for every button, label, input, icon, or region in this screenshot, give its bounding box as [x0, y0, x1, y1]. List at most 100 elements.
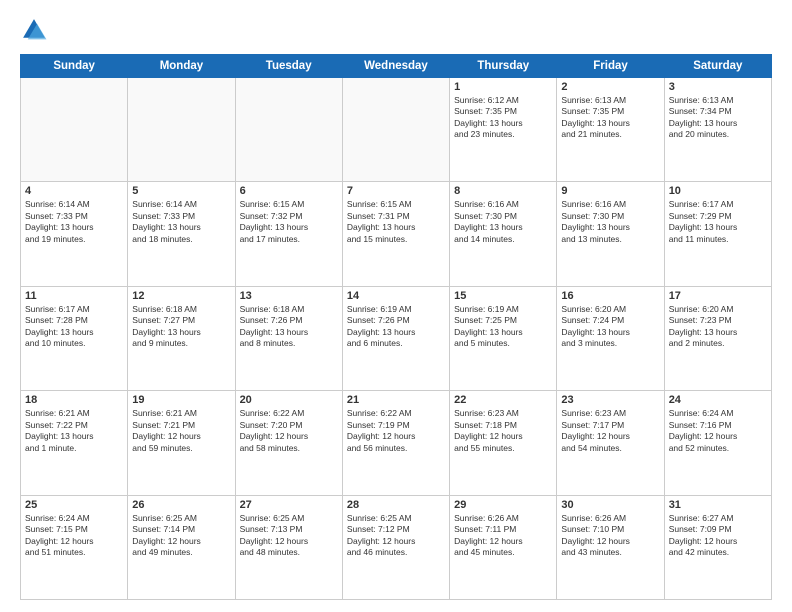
day-info: Sunrise: 6:27 AM Sunset: 7:09 PM Dayligh…: [669, 513, 767, 559]
day-info: Sunrise: 6:23 AM Sunset: 7:17 PM Dayligh…: [561, 408, 659, 454]
calendar-day-cell: 3 Sunrise: 6:13 AM Sunset: 7:34 PM Daylig…: [664, 78, 771, 182]
calendar-day-header: Friday: [557, 55, 664, 78]
day-info: Sunrise: 6:24 AM Sunset: 7:16 PM Dayligh…: [669, 408, 767, 454]
day-number: 4: [25, 185, 123, 197]
calendar-day-header: Monday: [128, 55, 235, 78]
day-number: 15: [454, 290, 552, 302]
day-info: Sunrise: 6:13 AM Sunset: 7:34 PM Dayligh…: [669, 95, 767, 141]
day-number: 2: [561, 81, 659, 93]
day-number: 5: [132, 185, 230, 197]
logo-icon: [20, 16, 48, 44]
calendar-day-cell: 1 Sunrise: 6:12 AM Sunset: 7:35 PM Daylig…: [450, 78, 557, 182]
calendar-day-cell: 13Sunrise: 6:18 AM Sunset: 7:26 PM Dayli…: [235, 286, 342, 390]
day-number: 16: [561, 290, 659, 302]
day-info: Sunrise: 6:16 AM Sunset: 7:30 PM Dayligh…: [454, 199, 552, 245]
calendar-day-cell: 6 Sunrise: 6:15 AM Sunset: 7:32 PM Daylig…: [235, 182, 342, 286]
day-number: 10: [669, 185, 767, 197]
calendar-day-cell: 24 Sunrise: 6:24 AM Sunset: 7:16 PM Dayli…: [664, 391, 771, 495]
day-info: Sunrise: 6:18 AM Sunset: 7:26 PM Dayligh…: [240, 304, 338, 350]
day-number: 14: [347, 290, 445, 302]
day-info: Sunrise: 6:22 AM Sunset: 7:19 PM Dayligh…: [347, 408, 445, 454]
calendar-week-row: 1 Sunrise: 6:12 AM Sunset: 7:35 PM Daylig…: [21, 78, 772, 182]
day-number: 26: [132, 499, 230, 511]
day-info: Sunrise: 6:19 AM Sunset: 7:25 PM Dayligh…: [454, 304, 552, 350]
day-info: Sunrise: 6:14 AM Sunset: 7:33 PM Dayligh…: [25, 199, 123, 245]
calendar-day-cell: 8 Sunrise: 6:16 AM Sunset: 7:30 PM Daylig…: [450, 182, 557, 286]
day-number: 23: [561, 394, 659, 406]
day-number: 6: [240, 185, 338, 197]
header: [20, 16, 772, 44]
calendar-week-row: 25 Sunrise: 6:24 AM Sunset: 7:15 PM Dayli…: [21, 495, 772, 599]
day-info: Sunrise: 6:25 AM Sunset: 7:13 PM Dayligh…: [240, 513, 338, 559]
calendar-day-cell: 15 Sunrise: 6:19 AM Sunset: 7:25 PM Dayli…: [450, 286, 557, 390]
day-number: 8: [454, 185, 552, 197]
day-number: 17: [669, 290, 767, 302]
day-info: Sunrise: 6:17 AM Sunset: 7:29 PM Dayligh…: [669, 199, 767, 245]
calendar-day-cell: 16 Sunrise: 6:20 AM Sunset: 7:24 PM Dayli…: [557, 286, 664, 390]
day-number: 28: [347, 499, 445, 511]
day-info: Sunrise: 6:24 AM Sunset: 7:15 PM Dayligh…: [25, 513, 123, 559]
calendar-day-cell: [21, 78, 128, 182]
calendar-day-cell: [128, 78, 235, 182]
calendar-header-row: SundayMondayTuesdayWednesdayThursdayFrid…: [21, 55, 772, 78]
day-number: 24: [669, 394, 767, 406]
day-info: Sunrise: 6:15 AM Sunset: 7:31 PM Dayligh…: [347, 199, 445, 245]
day-number: 11: [25, 290, 123, 302]
calendar-day-cell: 31Sunrise: 6:27 AM Sunset: 7:09 PM Dayli…: [664, 495, 771, 599]
day-info: Sunrise: 6:23 AM Sunset: 7:18 PM Dayligh…: [454, 408, 552, 454]
day-info: Sunrise: 6:15 AM Sunset: 7:32 PM Dayligh…: [240, 199, 338, 245]
day-number: 3: [669, 81, 767, 93]
calendar-day-cell: 2 Sunrise: 6:13 AM Sunset: 7:35 PM Daylig…: [557, 78, 664, 182]
calendar-week-row: 18 Sunrise: 6:21 AM Sunset: 7:22 PM Dayli…: [21, 391, 772, 495]
calendar-day-header: Thursday: [450, 55, 557, 78]
calendar-day-header: Wednesday: [342, 55, 449, 78]
day-info: Sunrise: 6:14 AM Sunset: 7:33 PM Dayligh…: [132, 199, 230, 245]
day-number: 25: [25, 499, 123, 511]
day-number: 20: [240, 394, 338, 406]
day-info: Sunrise: 6:13 AM Sunset: 7:35 PM Dayligh…: [561, 95, 659, 141]
calendar-day-cell: 19 Sunrise: 6:21 AM Sunset: 7:21 PM Dayli…: [128, 391, 235, 495]
calendar-day-cell: 21 Sunrise: 6:22 AM Sunset: 7:19 PM Dayli…: [342, 391, 449, 495]
day-info: Sunrise: 6:20 AM Sunset: 7:24 PM Dayligh…: [561, 304, 659, 350]
calendar-day-header: Sunday: [21, 55, 128, 78]
day-info: Sunrise: 6:20 AM Sunset: 7:23 PM Dayligh…: [669, 304, 767, 350]
calendar-day-cell: 22Sunrise: 6:23 AM Sunset: 7:18 PM Dayli…: [450, 391, 557, 495]
calendar-table: SundayMondayTuesdayWednesdayThursdayFrid…: [20, 54, 772, 600]
calendar-day-cell: 14 Sunrise: 6:19 AM Sunset: 7:26 PM Dayli…: [342, 286, 449, 390]
page: SundayMondayTuesdayWednesdayThursdayFrid…: [0, 0, 792, 612]
logo: [20, 16, 52, 44]
day-number: 29: [454, 499, 552, 511]
calendar-day-cell: 23 Sunrise: 6:23 AM Sunset: 7:17 PM Dayli…: [557, 391, 664, 495]
day-info: Sunrise: 6:12 AM Sunset: 7:35 PM Dayligh…: [454, 95, 552, 141]
day-info: Sunrise: 6:21 AM Sunset: 7:21 PM Dayligh…: [132, 408, 230, 454]
day-number: 21: [347, 394, 445, 406]
day-info: Sunrise: 6:25 AM Sunset: 7:14 PM Dayligh…: [132, 513, 230, 559]
calendar-day-header: Tuesday: [235, 55, 342, 78]
day-number: 30: [561, 499, 659, 511]
day-info: Sunrise: 6:21 AM Sunset: 7:22 PM Dayligh…: [25, 408, 123, 454]
day-info: Sunrise: 6:18 AM Sunset: 7:27 PM Dayligh…: [132, 304, 230, 350]
calendar-day-cell: 12Sunrise: 6:18 AM Sunset: 7:27 PM Dayli…: [128, 286, 235, 390]
day-info: Sunrise: 6:22 AM Sunset: 7:20 PM Dayligh…: [240, 408, 338, 454]
calendar-day-cell: 10 Sunrise: 6:17 AM Sunset: 7:29 PM Dayli…: [664, 182, 771, 286]
calendar-day-cell: [342, 78, 449, 182]
calendar-day-cell: 11Sunrise: 6:17 AM Sunset: 7:28 PM Dayli…: [21, 286, 128, 390]
calendar-week-row: 11Sunrise: 6:17 AM Sunset: 7:28 PM Dayli…: [21, 286, 772, 390]
calendar-day-cell: 7Sunrise: 6:15 AM Sunset: 7:31 PM Daylig…: [342, 182, 449, 286]
calendar-day-cell: 28 Sunrise: 6:25 AM Sunset: 7:12 PM Dayli…: [342, 495, 449, 599]
calendar-day-cell: 18 Sunrise: 6:21 AM Sunset: 7:22 PM Dayli…: [21, 391, 128, 495]
day-number: 18: [25, 394, 123, 406]
day-info: Sunrise: 6:25 AM Sunset: 7:12 PM Dayligh…: [347, 513, 445, 559]
calendar-day-cell: 27 Sunrise: 6:25 AM Sunset: 7:13 PM Dayli…: [235, 495, 342, 599]
day-number: 1: [454, 81, 552, 93]
calendar-day-cell: 4 Sunrise: 6:14 AM Sunset: 7:33 PM Daylig…: [21, 182, 128, 286]
calendar-day-cell: 9Sunrise: 6:16 AM Sunset: 7:30 PM Daylig…: [557, 182, 664, 286]
day-info: Sunrise: 6:16 AM Sunset: 7:30 PM Dayligh…: [561, 199, 659, 245]
day-number: 27: [240, 499, 338, 511]
calendar-day-cell: 26 Sunrise: 6:25 AM Sunset: 7:14 PM Dayli…: [128, 495, 235, 599]
day-info: Sunrise: 6:19 AM Sunset: 7:26 PM Dayligh…: [347, 304, 445, 350]
day-info: Sunrise: 6:26 AM Sunset: 7:10 PM Dayligh…: [561, 513, 659, 559]
calendar-day-cell: 30 Sunrise: 6:26 AM Sunset: 7:10 PM Dayli…: [557, 495, 664, 599]
day-number: 19: [132, 394, 230, 406]
calendar-day-cell: 29Sunrise: 6:26 AM Sunset: 7:11 PM Dayli…: [450, 495, 557, 599]
